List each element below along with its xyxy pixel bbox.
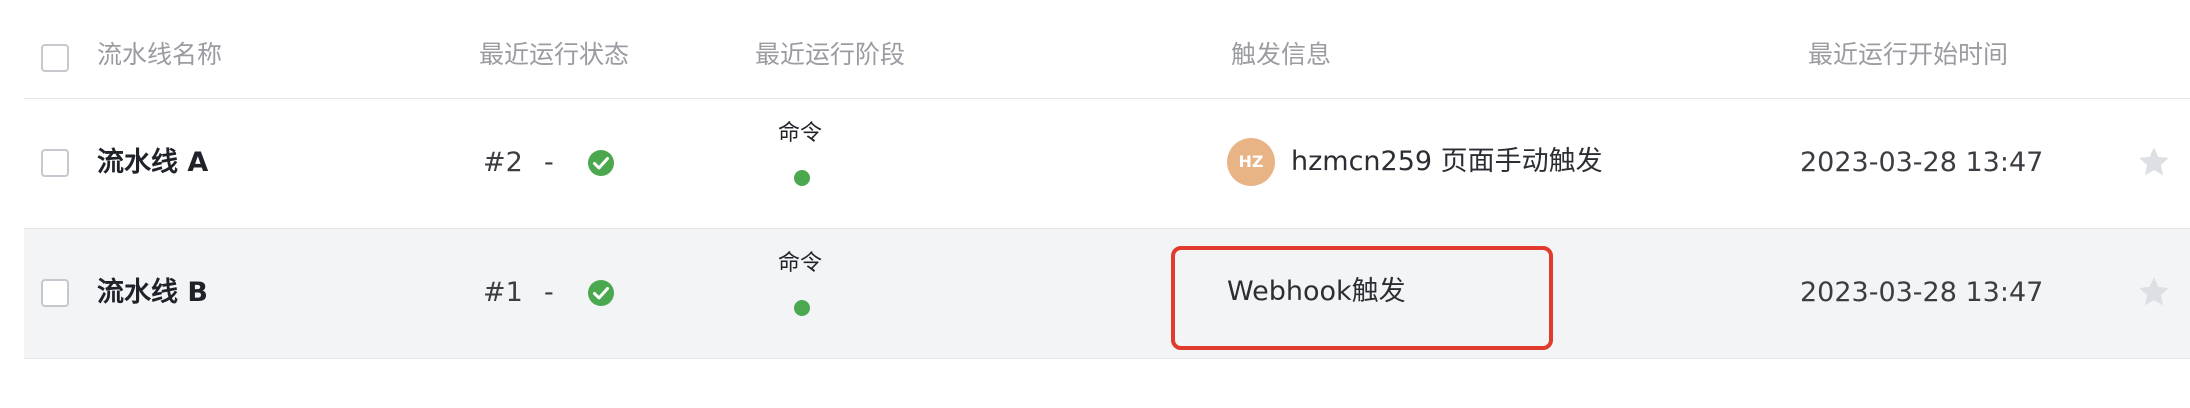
table-row[interactable]: 流水线 B #1 - 命令 Webhook触发 2023-03-28 13:47: [24, 229, 2190, 359]
run-number-link[interactable]: #1: [483, 275, 523, 311]
column-header-stage[interactable]: 最近运行阶段: [755, 38, 905, 72]
check-circle-icon: [588, 280, 614, 306]
stage-label: 命令: [778, 121, 823, 146]
trigger-info: hzmcn259 页面手动触发: [1291, 146, 1603, 177]
star-icon[interactable]: [2136, 274, 2172, 310]
row-checkbox[interactable]: [41, 149, 69, 177]
pipeline-table: 流水线名称 最近运行状态 最近运行阶段 触发信息 最近运行开始时间 流水线 A …: [24, 0, 2190, 408]
pipeline-name-link[interactable]: 流水线 B: [97, 275, 208, 311]
run-number-link[interactable]: #2: [483, 145, 523, 181]
stage-label: 命令: [778, 251, 823, 276]
column-header-name[interactable]: 流水线名称: [97, 38, 222, 72]
column-header-start-time[interactable]: 最近运行开始时间: [1808, 38, 2008, 72]
start-time: 2023-03-28 13:47: [1800, 147, 2044, 178]
check-circle-icon: [588, 150, 614, 176]
stage-status-dot[interactable]: [794, 170, 810, 186]
annotation-highlight-box: [1171, 246, 1553, 350]
run-separator: -: [544, 147, 554, 178]
column-header-trigger[interactable]: 触发信息: [1231, 38, 1331, 72]
table-header: 流水线名称 最近运行状态 最近运行阶段 触发信息 最近运行开始时间: [24, 0, 2190, 99]
row-checkbox[interactable]: [41, 279, 69, 307]
select-all-checkbox[interactable]: [41, 44, 69, 72]
column-header-status[interactable]: 最近运行状态: [479, 38, 629, 72]
start-time: 2023-03-28 13:47: [1800, 277, 2044, 308]
run-separator: -: [544, 277, 554, 308]
table-row[interactable]: 流水线 A #2 - 命令 HZ hzmcn259 页面手动触发 2023-03…: [24, 99, 2190, 229]
pipeline-name-link[interactable]: 流水线 A: [97, 145, 208, 181]
stage-status-dot[interactable]: [794, 300, 810, 316]
avatar: HZ: [1227, 138, 1275, 186]
star-icon[interactable]: [2136, 144, 2172, 180]
